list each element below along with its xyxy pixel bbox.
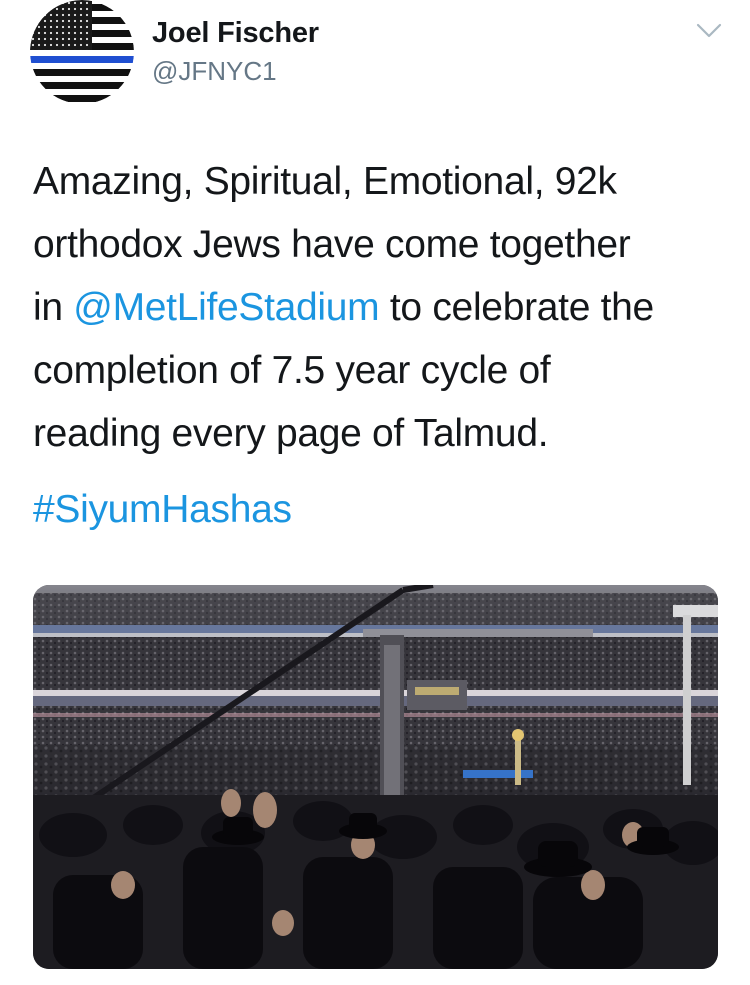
tweet-card: Joel Fischer @JFNYC1 Amazing, Spiritual,… <box>0 0 750 985</box>
tweet-text-line: completion of 7.5 year cycle of <box>33 349 551 392</box>
tweet-text-line: in @MetLifeStadium to celebrate the <box>33 276 723 339</box>
tweet-text-segment: in <box>33 286 74 329</box>
tweet-text-line: reading every page of Talmud. <box>33 412 549 455</box>
tweet-menu-button[interactable] <box>696 22 722 40</box>
tweet-text-segment: to celebrate the <box>379 286 654 329</box>
user-display-name[interactable]: Joel Fischer <box>152 17 319 50</box>
chevron-down-icon <box>696 23 722 38</box>
tweet-text: Amazing, Spiritual, Emotional, 92k ortho… <box>33 150 723 465</box>
hashtag-link[interactable]: #SiyumHashas <box>33 488 292 531</box>
user-handle[interactable]: @JFNYC1 <box>152 56 277 87</box>
tweet-text-line: orthodox Jews have come together <box>33 223 631 266</box>
tweet-text-line: Amazing, Spiritual, Emotional, 92k <box>33 160 617 203</box>
mention-link[interactable]: @MetLifeStadium <box>73 286 379 329</box>
tweet-media-photo[interactable] <box>33 585 718 969</box>
avatar[interactable] <box>30 0 134 104</box>
stadium-crowd-image <box>33 585 718 969</box>
thin-blue-line-flag-icon <box>30 0 134 104</box>
